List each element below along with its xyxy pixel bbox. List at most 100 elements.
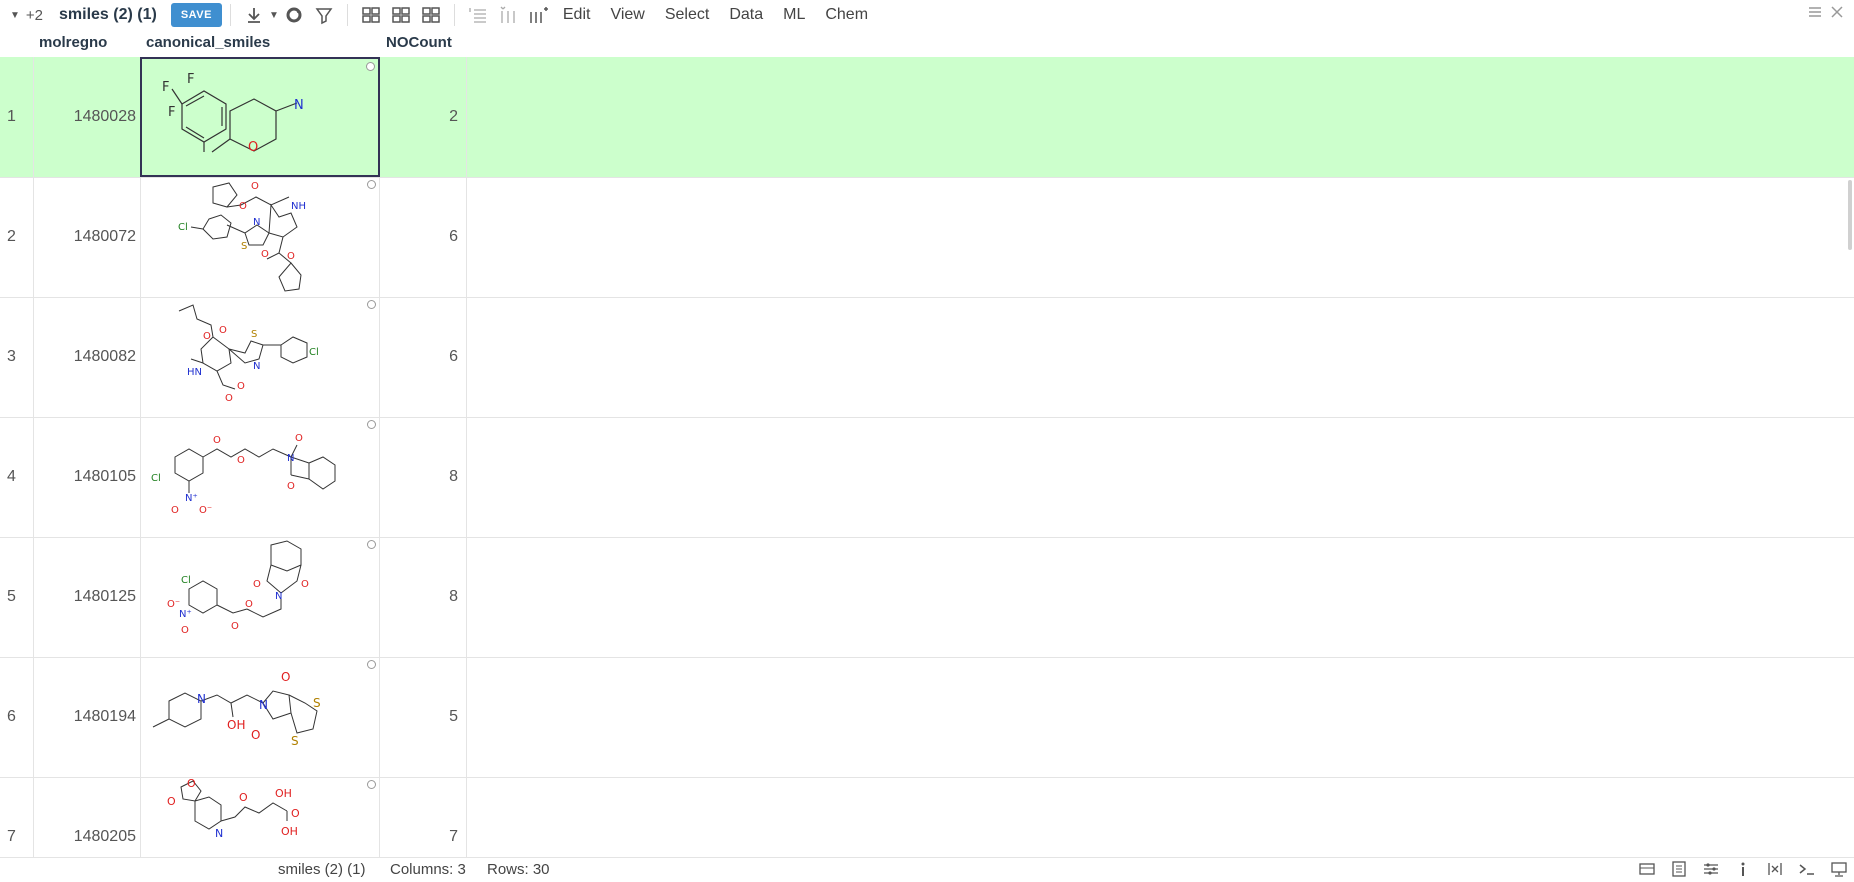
nocount-cell[interactable]: 5 bbox=[381, 657, 467, 777]
molregno-cell[interactable]: 1480194 bbox=[35, 657, 140, 777]
row-number: 3 bbox=[0, 297, 34, 417]
menu-data[interactable]: Data bbox=[729, 6, 763, 24]
molecule-cell[interactable]: O O S N Cl HN O O bbox=[140, 297, 380, 417]
cell-indicator-icon bbox=[367, 180, 376, 189]
svg-text:O⁻: O⁻ bbox=[199, 505, 212, 516]
svg-text:N: N bbox=[294, 98, 304, 113]
svg-text:N: N bbox=[215, 827, 223, 840]
molecule-structure-5: N O O Cl O⁻ N⁺ O O O bbox=[167, 540, 309, 636]
svg-text:O: O bbox=[213, 435, 221, 446]
svg-text:F: F bbox=[162, 80, 169, 95]
molregno-cell[interactable]: 1480082 bbox=[35, 297, 140, 417]
row-number: 2 bbox=[0, 177, 34, 297]
card-view-icon[interactable] bbox=[389, 3, 413, 27]
refresh-icon[interactable] bbox=[282, 3, 306, 27]
data-grid: molregno canonical_smiles NOCount 1 1480… bbox=[0, 30, 1854, 857]
column-header-nocount[interactable]: NOCount bbox=[386, 30, 452, 56]
svg-text:N: N bbox=[197, 692, 206, 706]
table-row[interactable]: 7 1480205 O O O OH O OH N 7 bbox=[0, 777, 1854, 857]
download-dropdown-icon[interactable]: ▼ bbox=[269, 10, 279, 21]
column-header-canonical-smiles[interactable]: canonical_smiles bbox=[146, 30, 270, 56]
svg-text:OH: OH bbox=[281, 825, 298, 838]
table-row[interactable]: 2 1480072 Cl O O NH N S O O 6 bbox=[0, 177, 1854, 298]
close-icon[interactable] bbox=[1830, 5, 1844, 19]
row-number: 1 bbox=[0, 57, 34, 177]
menu-ml[interactable]: ML bbox=[783, 6, 805, 24]
svg-text:O: O bbox=[287, 481, 295, 492]
tile-view-icon[interactable] bbox=[419, 3, 443, 27]
molecule-cell[interactable]: Cl O O NH N S O O bbox=[140, 177, 380, 297]
add-column-icon[interactable] bbox=[496, 3, 520, 27]
molecule-structure-4: O O N O O Cl N⁺ O O⁻ bbox=[151, 433, 336, 516]
save-button[interactable]: SAVE bbox=[170, 3, 222, 27]
molregno-cell[interactable]: 1480072 bbox=[35, 177, 140, 297]
row-number: 6 bbox=[0, 657, 34, 777]
svg-text:N: N bbox=[275, 591, 282, 602]
present-icon[interactable] bbox=[1830, 860, 1848, 878]
table-row[interactable]: 1 1480028 F F F O N 2 bbox=[0, 57, 1854, 178]
view-title[interactable]: smiles (2) (1) bbox=[59, 6, 157, 24]
grid-view-icon[interactable] bbox=[359, 3, 383, 27]
molecule-cell[interactable]: N OH N O O S S bbox=[140, 657, 380, 777]
vertical-scrollbar[interactable] bbox=[1848, 180, 1852, 250]
svg-text:O: O bbox=[187, 777, 196, 790]
caret-down-icon[interactable]: ▼ bbox=[10, 10, 20, 21]
status-table-name[interactable]: smiles (2) (1) bbox=[278, 861, 366, 878]
nocount-cell[interactable]: 8 bbox=[381, 417, 467, 537]
svg-text:Cl: Cl bbox=[178, 222, 188, 233]
molregno-cell[interactable]: 1480105 bbox=[35, 417, 140, 537]
variables-icon[interactable] bbox=[1766, 860, 1784, 878]
svg-text:O: O bbox=[261, 249, 269, 260]
svg-text:Cl: Cl bbox=[151, 473, 161, 484]
cell-indicator-icon bbox=[367, 420, 376, 429]
svg-text:N⁺: N⁺ bbox=[185, 493, 198, 504]
toolbar-divider bbox=[346, 4, 348, 26]
toolbar-divider bbox=[229, 4, 231, 26]
molregno-cell[interactable]: 1480028 bbox=[35, 57, 140, 177]
hamburger-menu-icon[interactable] bbox=[1808, 5, 1822, 19]
nocount-cell[interactable]: 6 bbox=[381, 297, 467, 417]
properties-icon[interactable] bbox=[1670, 860, 1688, 878]
svg-text:O: O bbox=[237, 455, 245, 466]
table-row[interactable]: 6 1480194 N OH N O O S S 5 bbox=[0, 657, 1854, 778]
molecule-cell[interactable]: F F F O N bbox=[140, 57, 380, 177]
menu-view[interactable]: View bbox=[610, 6, 644, 24]
svg-text:O: O bbox=[171, 505, 179, 516]
nocount-cell[interactable]: 2 bbox=[381, 57, 467, 177]
status-rows: Rows: 30 bbox=[487, 861, 550, 878]
svg-text:N: N bbox=[259, 698, 268, 712]
nocount-cell[interactable]: 7 bbox=[381, 777, 467, 857]
add-row-icon[interactable] bbox=[466, 3, 490, 27]
svg-text:F: F bbox=[187, 72, 194, 87]
info-icon[interactable] bbox=[1734, 860, 1752, 878]
molregno-cell[interactable]: 1480125 bbox=[35, 537, 140, 657]
add-new-column-icon[interactable] bbox=[526, 3, 550, 27]
menu-select[interactable]: Select bbox=[665, 6, 709, 24]
expand-views-button[interactable]: +2 bbox=[26, 7, 43, 24]
svg-text:OH: OH bbox=[227, 718, 245, 732]
svg-text:N: N bbox=[253, 361, 260, 372]
nocount-cell[interactable]: 8 bbox=[381, 537, 467, 657]
column-header-molregno[interactable]: molregno bbox=[39, 30, 107, 56]
molecule-structure-6: N OH N O O S S bbox=[152, 670, 321, 748]
settings-sliders-icon[interactable] bbox=[1702, 860, 1720, 878]
svg-text:O: O bbox=[245, 599, 253, 610]
console-icon[interactable] bbox=[1798, 860, 1816, 878]
molecule-cell[interactable]: O O O OH O OH N bbox=[140, 777, 380, 857]
svg-text:O: O bbox=[253, 579, 261, 590]
table-row[interactable]: 3 1480082 O O S N Cl HN O O 6 bbox=[0, 297, 1854, 418]
nocount-cell[interactable]: 6 bbox=[381, 177, 467, 297]
molecule-cell[interactable]: O O N O O Cl N⁺ O O⁻ bbox=[140, 417, 380, 537]
table-row[interactable]: 4 1480105 O O N O O Cl N⁺ O O⁻ 8 bbox=[0, 417, 1854, 538]
svg-text:N: N bbox=[287, 453, 294, 464]
menu-edit[interactable]: Edit bbox=[563, 6, 591, 24]
table-icon[interactable] bbox=[1638, 860, 1656, 878]
menu-chem[interactable]: Chem bbox=[825, 6, 868, 24]
molecule-cell[interactable]: N O O Cl O⁻ N⁺ O O O bbox=[140, 537, 380, 657]
svg-text:F: F bbox=[168, 105, 175, 120]
table-row[interactable]: 5 1480125 N O O Cl O⁻ N⁺ O O O 8 bbox=[0, 537, 1854, 658]
filter-icon[interactable] bbox=[312, 3, 336, 27]
molregno-cell[interactable]: 1480205 bbox=[35, 777, 140, 857]
download-icon[interactable] bbox=[242, 3, 266, 27]
svg-text:S: S bbox=[313, 696, 321, 710]
